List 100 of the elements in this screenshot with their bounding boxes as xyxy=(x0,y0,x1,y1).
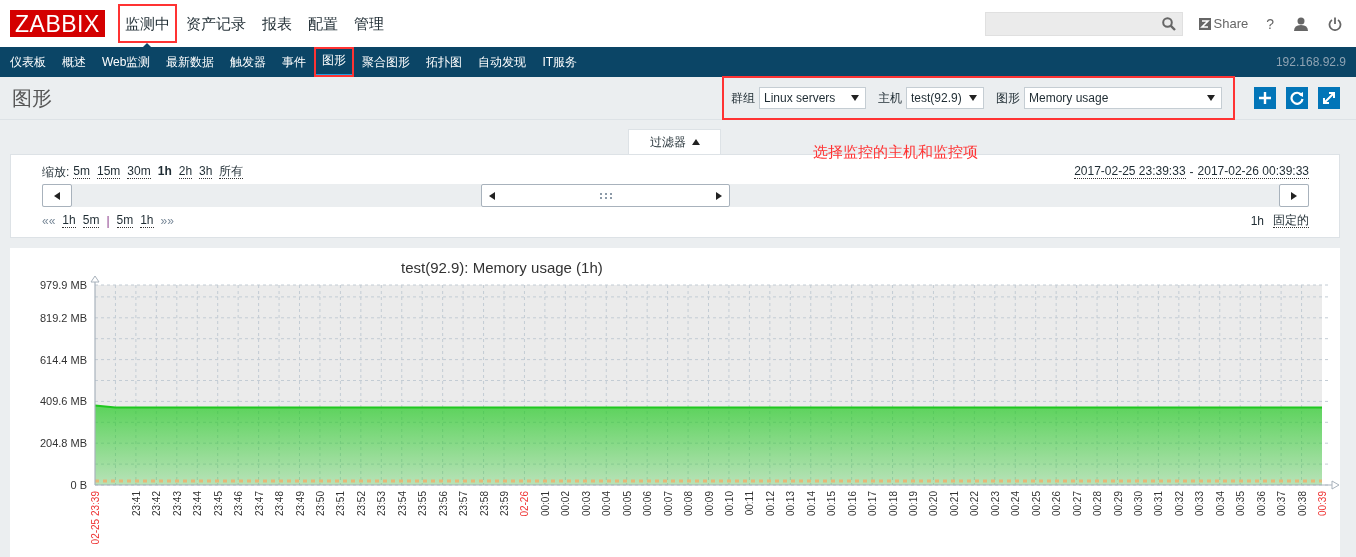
forward-mark: »» xyxy=(160,214,174,228)
dropdown[interactable]: test(92.9) xyxy=(906,87,984,109)
x-tick-label: 00:10 xyxy=(723,491,735,517)
x-tick-label: 00:06 xyxy=(642,491,654,517)
x-tick-label: 23:51 xyxy=(335,491,347,517)
zoom-link[interactable]: 5m xyxy=(73,165,90,179)
zabbix-logo[interactable]: ZABBIX xyxy=(10,10,105,37)
step-separator: | xyxy=(106,214,110,228)
x-tick-label: 00:38 xyxy=(1296,491,1308,517)
x-tick-label: 23:46 xyxy=(233,491,245,517)
x-tick-label: 00:04 xyxy=(601,491,613,517)
date-to-link[interactable]: 2017-02-26 00:39:33 xyxy=(1197,165,1309,179)
x-tick-label: 00:20 xyxy=(928,491,940,517)
x-tick-label: 23:48 xyxy=(274,491,286,517)
power-icon[interactable] xyxy=(1328,16,1342,31)
x-tick-label: 00:26 xyxy=(1051,491,1063,517)
x-tick-label: 23:42 xyxy=(151,491,163,517)
submenu-item[interactable]: 仪表板 xyxy=(2,47,54,77)
filter-label: 群组 xyxy=(731,89,755,107)
x-tick-label: 00:13 xyxy=(785,491,797,517)
x-tick-label: 00:15 xyxy=(826,491,838,517)
x-tick-label: 23:55 xyxy=(417,491,429,517)
x-tick-label: 02-25 23:39 xyxy=(90,491,101,545)
period-label: 1h xyxy=(1250,214,1264,228)
submenu-item[interactable]: 图形 xyxy=(314,47,355,77)
x-tick-label: 02-26 xyxy=(519,491,531,517)
submenu-item[interactable]: 概述 xyxy=(54,47,94,77)
x-tick-label: 00:05 xyxy=(621,491,633,517)
server-name: 192.168.92.9 xyxy=(1275,55,1346,69)
share-link[interactable]: Share xyxy=(1198,16,1249,31)
step-forward-link[interactable]: 5m xyxy=(116,214,134,228)
submenu-item[interactable]: 拓扑图 xyxy=(418,47,471,77)
scroll-right-button[interactable] xyxy=(1279,184,1309,207)
step-forward-link[interactable]: 1h xyxy=(140,214,154,228)
submenu-item[interactable]: IT服务 xyxy=(534,47,586,77)
step-back-link[interactable]: 1h xyxy=(62,214,76,228)
y-tick-label: 204.8 MB xyxy=(39,437,87,450)
x-tick-label: 00:24 xyxy=(1010,491,1022,517)
submenu-item[interactable]: Web监测 xyxy=(94,47,159,77)
menu-item[interactable]: 资产记录 xyxy=(177,3,254,44)
menu-item[interactable]: 管理 xyxy=(345,3,392,44)
refresh-button[interactable] xyxy=(1286,87,1308,109)
time-slider-handle[interactable] xyxy=(481,184,730,207)
fullscreen-icon xyxy=(1322,91,1336,105)
x-tick-label: 00:09 xyxy=(703,491,715,517)
zoom-link[interactable]: 1h xyxy=(157,165,172,179)
submenu-item[interactable]: 自动发现 xyxy=(470,47,535,77)
help-link[interactable]: ? xyxy=(1266,15,1274,32)
y-tick-label: 0 B xyxy=(70,479,87,491)
x-tick-label: 00:22 xyxy=(969,491,981,517)
x-tick-label: 00:16 xyxy=(846,491,858,517)
filter-label: 图形 xyxy=(996,89,1020,107)
x-tick-label: 00:33 xyxy=(1194,491,1206,517)
add-button[interactable] xyxy=(1254,87,1276,109)
x-tick-label: 00:28 xyxy=(1092,491,1104,517)
submenu-item[interactable]: 最新数据 xyxy=(158,47,223,77)
fixed-link[interactable]: 固定的 xyxy=(1273,214,1309,228)
fullscreen-button[interactable] xyxy=(1318,87,1340,109)
page-title: 图形 xyxy=(12,85,52,111)
submenu-item[interactable]: 事件 xyxy=(274,47,315,77)
submenu-item[interactable]: 聚合图形 xyxy=(354,47,419,77)
x-tick-label: 00:17 xyxy=(867,491,879,517)
x-tick-label: 00:19 xyxy=(908,491,919,517)
dropdown[interactable]: Memory usage xyxy=(1024,87,1222,109)
menu-item[interactable]: 报表 xyxy=(253,3,300,44)
x-tick-label: 23:43 xyxy=(171,491,183,517)
search-field[interactable] xyxy=(984,11,1183,36)
x-tick-label: 00:14 xyxy=(805,491,817,517)
step-back-link[interactable]: 5m xyxy=(82,214,100,228)
x-tick-label: 00:11 xyxy=(744,491,756,516)
annotation-text: 选择监控的主机和监控项 xyxy=(813,143,978,162)
range-separator: - xyxy=(1189,165,1194,179)
x-tick-label: 23:58 xyxy=(478,491,490,517)
x-tick-label: 00:27 xyxy=(1071,491,1083,517)
zoom-link[interactable]: 3h xyxy=(199,165,213,179)
zoom-link[interactable]: 30m xyxy=(127,165,151,179)
zoom-label: 缩放: xyxy=(42,163,70,181)
x-tick-label: 00:31 xyxy=(1153,491,1165,517)
user-icon[interactable] xyxy=(1294,16,1308,31)
scroll-left-button[interactable] xyxy=(42,184,72,207)
x-tick-label: 23:47 xyxy=(253,491,265,517)
dropdown[interactable]: Linux servers xyxy=(759,87,866,109)
menu-item[interactable]: 监测中 xyxy=(116,3,178,44)
x-tick-label: 00:08 xyxy=(683,491,695,517)
x-tick-label: 23:50 xyxy=(314,491,326,517)
zoom-link[interactable]: 2h xyxy=(178,165,193,179)
x-tick-label: 00:18 xyxy=(887,491,899,517)
x-tick-label: 23:52 xyxy=(355,491,367,517)
x-tick-label: 23:49 xyxy=(294,491,306,517)
date-from-link[interactable]: 2017-02-25 23:39:33 xyxy=(1074,165,1186,179)
y-tick-label: 979.9 MB xyxy=(39,279,87,291)
zoom-link[interactable]: 所有 xyxy=(219,165,244,179)
submenu-item[interactable]: 触发器 xyxy=(222,47,275,77)
zoom-link[interactable]: 15m xyxy=(97,165,121,179)
x-tick-label: 00:30 xyxy=(1132,491,1144,517)
search-icon[interactable] xyxy=(1161,16,1176,31)
x-tick-label: 23:41 xyxy=(130,491,142,517)
x-tick-label: 00:07 xyxy=(662,491,674,517)
filter-tab[interactable]: 过滤器 xyxy=(628,129,721,154)
menu-item[interactable]: 配置 xyxy=(299,3,346,44)
